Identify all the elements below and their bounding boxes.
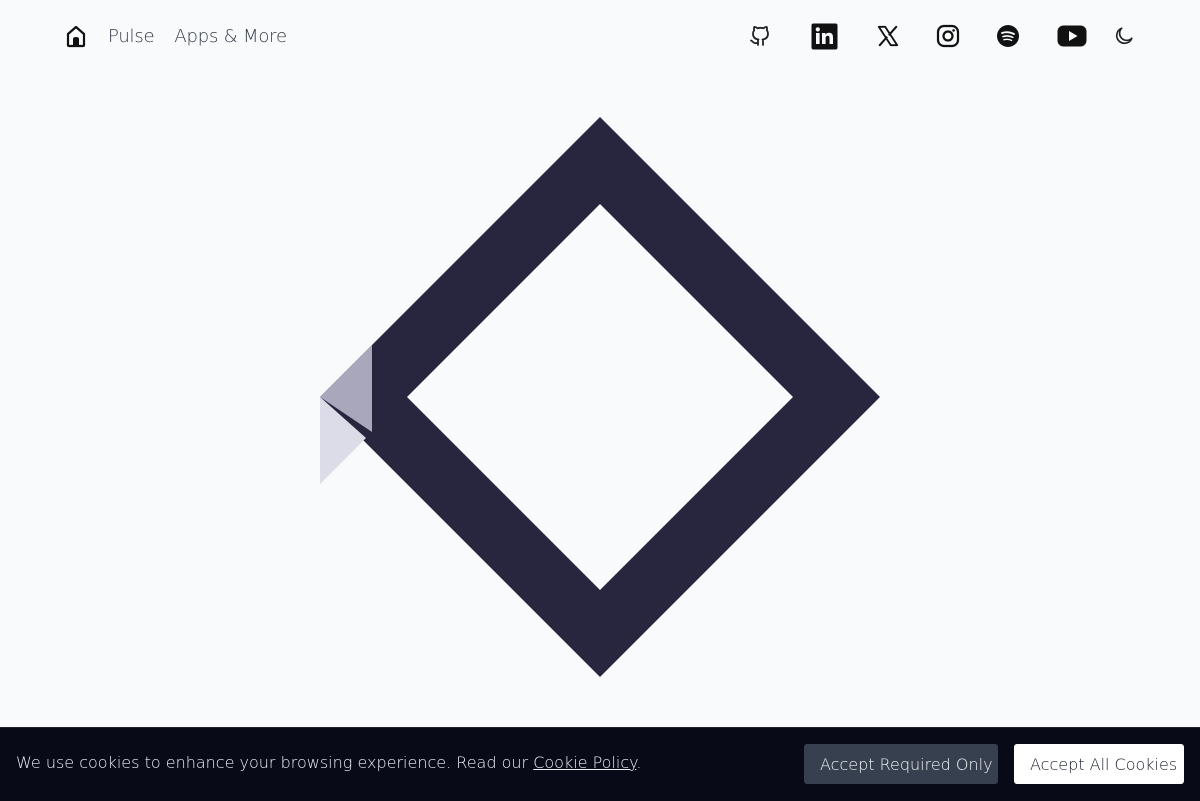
nav-left: Pulse Apps & More (64, 22, 307, 50)
spotify-link[interactable] (994, 20, 1022, 52)
accept-required-button[interactable]: Accept Required Only (804, 744, 998, 784)
linkedin-link[interactable] (810, 20, 838, 52)
theme-toggle[interactable] (1110, 20, 1138, 52)
cookie-banner: We use cookies to enhance your browsing … (0, 727, 1200, 801)
spotify-icon (997, 25, 1019, 47)
cookie-text: We use cookies to enhance your browsing … (16, 753, 534, 772)
instagram-link[interactable] (934, 20, 962, 52)
nav-link-pulse[interactable]: Pulse (108, 26, 155, 47)
nav-link-apps-more[interactable]: Apps & More (174, 26, 287, 47)
cookie-text-end: . (636, 753, 642, 772)
home-link[interactable] (64, 22, 88, 50)
moon-icon (1115, 27, 1133, 45)
diamond-logo (320, 117, 880, 677)
hero-logo (300, 100, 900, 700)
instagram-icon (936, 24, 960, 48)
top-navigation: Pulse Apps & More (0, 0, 1200, 72)
github-link[interactable] (746, 20, 774, 52)
x-link[interactable] (874, 20, 902, 52)
cookie-message: We use cookies to enhance your browsing … (16, 753, 641, 772)
cookie-policy-link[interactable]: Cookie Policy (533, 753, 636, 772)
youtube-icon (1057, 25, 1087, 47)
youtube-link[interactable] (1056, 20, 1088, 52)
accept-all-button[interactable]: Accept All Cookies (1014, 744, 1184, 784)
github-icon (750, 26, 769, 46)
home-icon (66, 25, 86, 48)
linkedin-icon (811, 23, 837, 49)
x-icon (877, 25, 899, 47)
